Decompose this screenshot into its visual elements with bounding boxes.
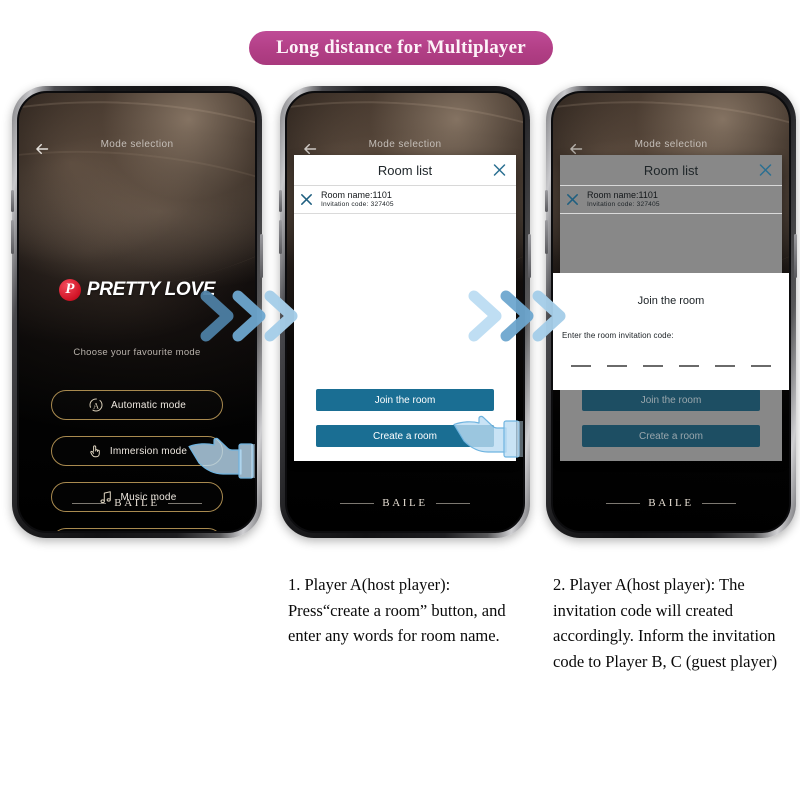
footer-rule <box>701 502 736 504</box>
pointing-hand-icon <box>187 430 255 486</box>
footer-brand: BAILE <box>287 497 523 509</box>
invitation-code-input[interactable] <box>571 365 771 367</box>
phone-mockup-2: Mode selection remote mode BAILE <box>279 86 531 538</box>
hand-pointer-icon <box>87 443 103 459</box>
room-list-item[interactable]: Room name:1101 Invitation code: 327405 <box>560 186 782 214</box>
bg-swirl <box>19 93 255 344</box>
footer-rule <box>167 502 202 504</box>
code-slot[interactable] <box>715 365 735 367</box>
phone2-volume-up <box>279 190 282 212</box>
phone1-screen-area: Mode selection P PRETTY LOVE Choose your… <box>17 91 257 533</box>
page-root: Long distance for Multiplayer Mode selec… <box>0 0 800 800</box>
room-name: Room name:1101 <box>321 190 392 201</box>
dialog-header: Room list <box>560 155 782 186</box>
page-title-text: Long distance for Multiplayer <box>276 37 526 58</box>
close-x-icon[interactable] <box>493 164 506 177</box>
brand-logo: P PRETTY LOVE <box>19 279 255 301</box>
room-meta: Room name:1101 Invitation code: 327405 <box>587 191 660 208</box>
phone3-screen-area: Mode selection remote mode BAILE <box>551 91 791 533</box>
room-meta: Room name:1101 Invitation code: 327405 <box>321 191 394 208</box>
code-slot[interactable] <box>679 365 699 367</box>
mode-button-automatic[interactable]: A Automatic mode <box>51 390 223 420</box>
screen-title: Mode selection <box>368 139 442 150</box>
footer-rule <box>435 502 470 504</box>
svg-text:A: A <box>93 401 99 410</box>
phone2-screen-area: Mode selection remote mode BAILE <box>285 91 525 533</box>
code-slot[interactable] <box>643 365 663 367</box>
code-slot[interactable] <box>607 365 627 367</box>
caption-step-2: 2. Player A(host player): The invitation… <box>553 575 778 671</box>
join-the-room-button[interactable]: Join the room <box>582 389 760 411</box>
code-slot[interactable] <box>751 365 771 367</box>
dialog-title: Room list <box>643 162 699 178</box>
phone3-power <box>794 234 797 278</box>
dialog-header: Room list <box>294 155 516 186</box>
close-x-icon[interactable] <box>566 193 579 206</box>
phone2-volume-down <box>279 220 282 254</box>
join-room-panel: Join the room Enter the room invitation … <box>553 273 789 390</box>
brand-mark-icon: P <box>58 279 81 301</box>
phone1-power <box>260 234 263 278</box>
room-name: Room name:1101 <box>587 190 658 201</box>
footer-rule <box>340 502 375 504</box>
footer-brand: BAILE <box>553 497 789 509</box>
close-x-icon[interactable] <box>759 164 772 177</box>
room-invitation-code: Invitation code: 327405 <box>321 200 394 208</box>
dialog-title: Room list <box>377 162 433 178</box>
pointing-hand-icon <box>452 408 523 464</box>
screen-title: Mode selection <box>634 139 708 150</box>
automatic-mode-icon: A <box>88 397 104 413</box>
code-slot[interactable] <box>571 365 591 367</box>
page-title-badge: Long distance for Multiplayer <box>249 31 553 65</box>
mode-label: Automatic mode <box>110 399 187 411</box>
bg-swirl <box>19 127 255 383</box>
phone1-volume-down <box>11 220 14 254</box>
screen-subtitle: Choose your favourite mode <box>73 347 201 358</box>
create-a-room-button[interactable]: Create a room <box>582 425 760 447</box>
footer-brand-text: BAILE <box>114 497 160 509</box>
mode-label: Immersion mode <box>109 445 188 457</box>
phone1-volume-up <box>11 190 14 212</box>
footer-rule <box>606 502 641 504</box>
phone-mockup-3: Mode selection remote mode BAILE <box>545 86 797 538</box>
room-invitation-code: Invitation code: 327405 <box>587 200 660 208</box>
phone-mockup-1: Mode selection P PRETTY LOVE Choose your… <box>11 86 263 538</box>
phone3-volume-up <box>545 190 548 212</box>
join-room-title: Join the room <box>637 295 705 307</box>
caption-step-1: 1. Player A(host player): Press“create a… <box>288 575 506 646</box>
footer-brand-text: BAILE <box>648 497 694 509</box>
close-x-icon[interactable] <box>300 193 313 206</box>
invitation-code-prompt: Enter the room invitation code: <box>562 331 674 340</box>
footer-rule <box>72 502 107 504</box>
brand-logo-text: PRETTY LOVE <box>86 279 216 300</box>
footer-brand-text: BAILE <box>382 497 428 509</box>
footer-brand: BAILE <box>19 497 255 509</box>
phone2-power <box>528 234 531 278</box>
phone3-volume-down <box>545 220 548 254</box>
room-list-item[interactable]: Room name:1101 Invitation code: 327405 <box>294 186 516 214</box>
mode-button-long-distance[interactable]: Long-distance <box>51 528 223 531</box>
screen-title: Mode selection <box>100 139 174 150</box>
